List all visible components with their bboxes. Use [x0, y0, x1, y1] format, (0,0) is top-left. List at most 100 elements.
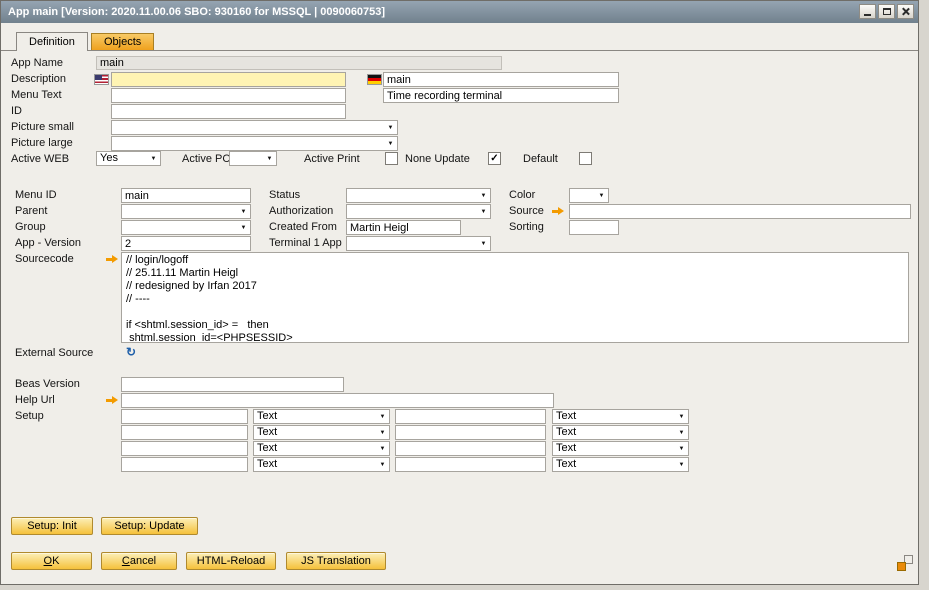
beas-version-label: Beas Version — [15, 378, 80, 390]
active-web-value: Yes — [100, 152, 118, 165]
js-translation-button[interactable]: JS Translation — [286, 552, 386, 570]
external-source-label: External Source — [15, 347, 93, 359]
menu-text-de-input[interactable] — [383, 88, 619, 103]
js-translation-label: JS Translation — [301, 555, 371, 567]
setup-update-label: Setup: Update — [114, 520, 184, 532]
external-source-icon[interactable]: ↻ — [124, 345, 138, 359]
chevron-down-icon: ▼ — [238, 205, 249, 218]
german-flag-icon[interactable] — [367, 74, 382, 85]
setup-type-value: Text — [556, 426, 576, 439]
setup-row-3-value-2[interactable] — [395, 441, 546, 456]
link-arrow-icon[interactable] — [106, 255, 119, 264]
setup-row-1-type-1[interactable]: Text ▼ — [253, 409, 390, 424]
id-input[interactable] — [111, 104, 346, 119]
menu-id-label: Menu ID — [15, 189, 57, 201]
ok-button[interactable]: OK — [11, 552, 92, 570]
description-de-input[interactable] — [383, 72, 619, 87]
setup-update-button[interactable]: Setup: Update — [101, 517, 198, 535]
setup-type-value: Text — [257, 458, 277, 471]
help-url-label: Help Url — [15, 394, 55, 406]
html-reload-button[interactable]: HTML-Reload — [186, 552, 276, 570]
setup-row-2-type-1[interactable]: Text ▼ — [253, 425, 390, 440]
setup-row-2-type-2[interactable]: Text ▼ — [552, 425, 689, 440]
setup-init-button[interactable]: Setup: Init — [11, 517, 93, 535]
tab-objects[interactable]: Objects — [91, 33, 154, 50]
sorting-label: Sorting — [509, 221, 544, 233]
description-en-input[interactable] — [111, 72, 346, 87]
title-bar[interactable]: App main [Version: 2020.11.00.06 SBO: 93… — [1, 1, 918, 23]
description-label: Description — [11, 73, 66, 85]
setup-row-1-type-2[interactable]: Text ▼ — [552, 409, 689, 424]
chevron-down-icon: ▼ — [676, 426, 687, 439]
window-title: App main [Version: 2020.11.00.06 SBO: 93… — [8, 6, 385, 18]
maximize-icon — [883, 8, 891, 15]
color-label: Color — [509, 189, 535, 201]
default-checkbox[interactable] — [579, 152, 592, 165]
active-print-checkbox[interactable] — [385, 152, 398, 165]
tab-definition[interactable]: Definition — [16, 32, 88, 51]
maximize-button[interactable] — [878, 4, 895, 19]
color-combo[interactable]: ▼ — [569, 188, 609, 203]
sourcecode-label: Sourcecode — [15, 253, 74, 265]
setup-type-value: Text — [257, 442, 277, 455]
setup-row-4-value-2[interactable] — [395, 457, 546, 472]
sorting-input[interactable] — [569, 220, 619, 235]
form-resize-icon[interactable] — [897, 555, 913, 571]
chevron-down-icon: ▼ — [238, 221, 249, 234]
picture-small-combo[interactable]: ▼ — [111, 120, 398, 135]
setup-row-3-value-1[interactable] — [121, 441, 248, 456]
close-button[interactable] — [897, 4, 914, 19]
source-input[interactable] — [569, 204, 911, 219]
chevron-down-icon: ▼ — [676, 458, 687, 471]
link-arrow-icon[interactable] — [106, 396, 119, 405]
setup-type-value: Text — [257, 410, 277, 423]
setup-row-2-value-2[interactable] — [395, 425, 546, 440]
chevron-down-icon: ▼ — [264, 152, 275, 165]
setup-type-value: Text — [257, 426, 277, 439]
link-arrow-icon[interactable] — [552, 207, 565, 216]
app-name-field: main — [96, 56, 502, 70]
default-label: Default — [523, 153, 558, 165]
active-pc-combo[interactable]: ▼ — [229, 151, 277, 166]
setup-row-1-value-2[interactable] — [395, 409, 546, 424]
picture-large-combo[interactable]: ▼ — [111, 136, 398, 151]
parent-label: Parent — [15, 205, 47, 217]
active-pc-label: Active PC — [182, 153, 230, 165]
cancel-button[interactable]: Cancel — [101, 552, 177, 570]
beas-version-input[interactable] — [121, 377, 344, 392]
app-version-input[interactable] — [121, 236, 251, 251]
group-label: Group — [15, 221, 46, 233]
group-combo[interactable]: ▼ — [121, 220, 251, 235]
ok-label: OK — [44, 555, 60, 567]
none-update-checkbox[interactable]: ✓ — [488, 152, 501, 165]
chevron-down-icon: ▼ — [148, 152, 159, 165]
chevron-down-icon: ▼ — [377, 442, 388, 455]
app-window: App main [Version: 2020.11.00.06 SBO: 93… — [0, 0, 919, 585]
chevron-down-icon: ▼ — [385, 121, 396, 134]
terminal-1-app-combo[interactable]: ▼ — [346, 236, 491, 251]
setup-type-value: Text — [556, 410, 576, 423]
setup-row-1-value-1[interactable] — [121, 409, 248, 424]
setup-row-3-type-1[interactable]: Text ▼ — [253, 441, 390, 456]
active-web-combo[interactable]: Yes ▼ — [96, 151, 161, 166]
us-flag-icon[interactable] — [94, 74, 109, 85]
menu-id-input[interactable] — [121, 188, 251, 203]
parent-combo[interactable]: ▼ — [121, 204, 251, 219]
created-from-input[interactable] — [346, 220, 461, 235]
setup-row-4-type-2[interactable]: Text ▼ — [552, 457, 689, 472]
setup-row-4-type-1[interactable]: Text ▼ — [253, 457, 390, 472]
setup-row-4-value-1[interactable] — [121, 457, 248, 472]
menu-text-input[interactable] — [111, 88, 346, 103]
setup-row-2-value-1[interactable] — [121, 425, 248, 440]
sourcecode-textarea[interactable]: // login/logoff // 25.11.11 Martin Heigl… — [121, 252, 909, 343]
help-url-input[interactable] — [121, 393, 554, 408]
close-icon — [901, 7, 910, 16]
minimize-button[interactable] — [859, 4, 876, 19]
app-name-label: App Name — [11, 57, 63, 69]
authorization-label: Authorization — [269, 205, 333, 217]
picture-small-label: Picture small — [11, 121, 74, 133]
authorization-combo[interactable]: ▼ — [346, 204, 491, 219]
chevron-down-icon: ▼ — [676, 442, 687, 455]
status-combo[interactable]: ▼ — [346, 188, 491, 203]
setup-row-3-type-2[interactable]: Text ▼ — [552, 441, 689, 456]
